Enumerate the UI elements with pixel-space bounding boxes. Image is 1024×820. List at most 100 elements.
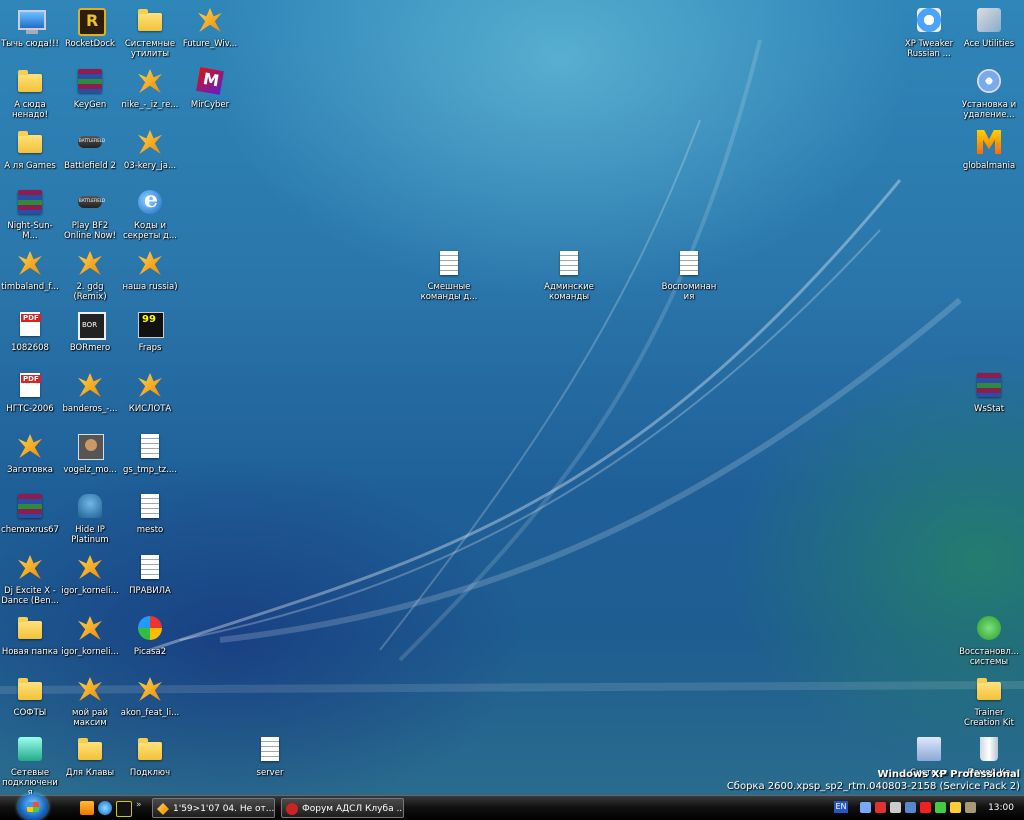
internet-explorer-icon[interactable] [98, 801, 112, 815]
desktop-icon[interactable]: Админские команды [539, 247, 599, 302]
rocketdock-icon [74, 4, 106, 36]
winamp-file-icon [134, 673, 166, 705]
fraps-icon [134, 308, 166, 340]
folder-icon [14, 612, 46, 644]
mircyber-icon [194, 65, 226, 97]
desktop-icon[interactable]: ПРАВИЛА [120, 551, 180, 596]
desktop-icon[interactable]: Fraps [120, 308, 180, 353]
desktop-icon[interactable]: gs_tmp_tz.... [120, 430, 180, 475]
antivirus-tray-icon[interactable] [920, 802, 931, 813]
network-icon [14, 733, 46, 765]
language-indicator[interactable]: EN [834, 801, 848, 813]
desktop-icon[interactable]: Восстановл... системы [959, 612, 1019, 667]
winamp-file-icon [14, 247, 46, 279]
desktop-icon[interactable]: igor_korneli... [60, 551, 120, 596]
text-file-icon [134, 551, 166, 583]
desktop-icon[interactable]: Hide IP Platinum [60, 490, 120, 545]
desktop-icon[interactable]: Коды и секреты д... [120, 186, 180, 241]
battlefield-icon [74, 126, 106, 158]
desktop-icon[interactable]: KeyGen [60, 65, 120, 110]
text-file-icon [433, 247, 465, 279]
desktop-icon[interactable]: А ля Games [0, 126, 60, 171]
messenger-tray-icon[interactable] [965, 802, 976, 813]
desktop-icon[interactable]: RocketDock [60, 4, 120, 49]
desktop-icon[interactable]: Picasa2 [120, 612, 180, 657]
desktop-icon[interactable]: КИСЛОТА [120, 369, 180, 414]
winamp-file-icon [74, 247, 106, 279]
desktop-icon[interactable]: Установка и удаление... [959, 65, 1019, 120]
folder-icon [134, 733, 166, 765]
desktop-icon[interactable]: 03-kery_ja... [120, 126, 180, 171]
desktop-icon[interactable]: globalmania [959, 126, 1019, 171]
desktop-icon[interactable]: Trainer Creation Kit [959, 673, 1019, 728]
desktop-icon[interactable]: Тычь сюда!!! [0, 4, 60, 49]
os-build: Сборка 2600.xpsp_sp2_rtm.040803-2158 (Se… [726, 781, 1020, 792]
system-icon [913, 733, 945, 765]
desktop-icon[interactable]: Battlefield 2 [60, 126, 120, 171]
network-tray-icon[interactable] [860, 802, 871, 813]
desktop-icon[interactable]: BORmero [60, 308, 120, 353]
text-file-icon [134, 490, 166, 522]
winrar-icon [74, 65, 106, 97]
desktop-icon[interactable]: Для Клавы [60, 733, 120, 778]
pdf-icon [14, 308, 46, 340]
media-player-icon[interactable] [80, 801, 94, 815]
monitor-tray-icon[interactable] [905, 802, 916, 813]
hide-ip-icon [74, 490, 106, 522]
desktop-icon[interactable]: мой рай максим [60, 673, 120, 728]
desktop-icon[interactable]: А сюда ненадо! [0, 65, 60, 120]
recycle-bin-icon [973, 733, 1005, 765]
update-tray-icon[interactable] [950, 802, 961, 813]
desktop-icon[interactable]: Подключ [120, 733, 180, 778]
desktop-icon[interactable]: Play BF2 Online Now! [60, 186, 120, 241]
desktop-icon[interactable]: Заготовка [0, 430, 60, 475]
start-button[interactable] [18, 794, 48, 820]
taskbar-button-winamp[interactable]: 1'59>1'07 04. Не от... [152, 798, 275, 818]
desktop-icon[interactable]: MirCyber [180, 65, 240, 110]
desktop-icon[interactable]: timbaland_f... [0, 247, 60, 292]
desktop-icon[interactable]: 2. gdg (Remix) [60, 247, 120, 302]
desktop-icon[interactable]: 1082608 [0, 308, 60, 353]
desktop-icon[interactable]: НГТС-2006 [0, 369, 60, 414]
desktop-icon[interactable]: banderos_-... [60, 369, 120, 414]
winamp-file-icon [74, 551, 106, 583]
desktop-icon[interactable]: Системные утилиты [120, 4, 180, 59]
desktop-icon[interactable]: Новая папка [0, 612, 60, 657]
desktop-icon[interactable]: XP Tweaker Russian ... [899, 4, 959, 59]
computer-icon [14, 4, 46, 36]
winamp-file-icon [74, 369, 106, 401]
taskbar-button-label: Форум АДСЛ Клуба ... [302, 804, 404, 814]
desktop-icon[interactable]: Dj Excite X - Dance (Ben... [0, 551, 60, 606]
os-branding: Windows XP Professional Сборка 2600.xpsp… [727, 769, 1020, 793]
desktop-icon[interactable]: Воспоминания [659, 247, 719, 302]
desktop-icon[interactable]: WsStat [959, 369, 1019, 414]
fraps-icon[interactable] [116, 801, 132, 817]
folder-icon [973, 673, 1005, 705]
desktop-icon[interactable]: mesto [120, 490, 180, 535]
desktop[interactable]: Тычь сюда!!! А сюда ненадо! А ля Games N… [0, 0, 1024, 795]
folder-icon [14, 673, 46, 705]
desktop-icon[interactable]: server [240, 733, 300, 778]
taskbar-button-opera[interactable]: Форум АДСЛ Клуба ... [281, 798, 404, 818]
desktop-icon[interactable]: Смешные команды д... [419, 247, 479, 302]
clock[interactable]: 13:00 [988, 796, 1014, 820]
desktop-icon[interactable]: vogelz_mo... [60, 430, 120, 475]
video-file-icon [74, 308, 106, 340]
desktop-icon[interactable]: СОФТЫ [0, 673, 60, 718]
ati-tray-icon[interactable] [875, 802, 886, 813]
desktop-icon[interactable]: наша russia) [120, 247, 180, 292]
desktop-icon[interactable]: Night-Sun-M... [0, 186, 60, 241]
quick-launch-more-button[interactable]: » [136, 800, 142, 810]
security-tray-icon[interactable] [935, 802, 946, 813]
desktop-icon[interactable]: akon_feat_li... [120, 673, 180, 718]
desktop-icon[interactable]: igor_korneli... [60, 612, 120, 657]
system-restore-icon [973, 612, 1005, 644]
desktop-icon[interactable]: Future_Wiv... [180, 4, 240, 49]
desktop-icon[interactable]: Сетевые подключения [0, 733, 60, 795]
folder-icon [74, 733, 106, 765]
desktop-icon[interactable]: nike_-_iz_re... [120, 65, 180, 110]
volume-tray-icon[interactable] [890, 802, 901, 813]
desktop-icon[interactable]: chemaxrus67 [0, 490, 60, 535]
desktop-icon[interactable]: Ace Utilities [959, 4, 1019, 49]
ace-utilities-icon [973, 4, 1005, 36]
